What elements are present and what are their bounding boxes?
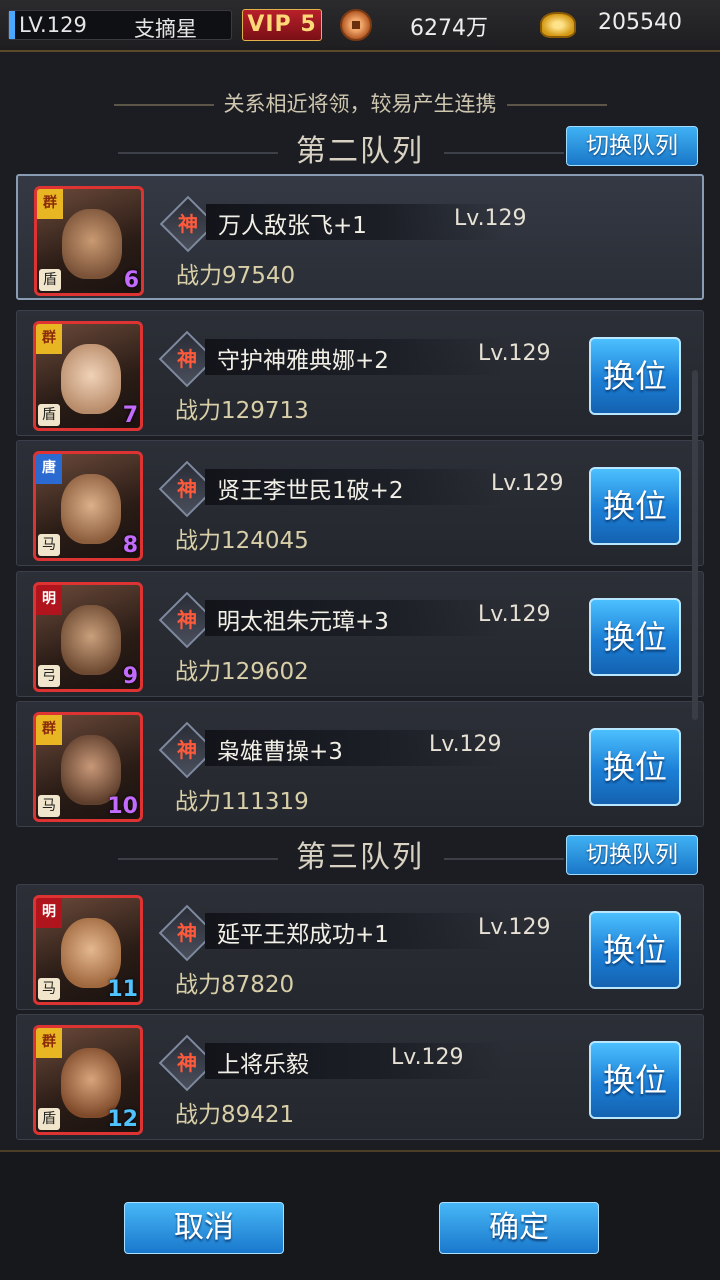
faction-badge: 明 [36, 585, 62, 615]
switch-team-button[interactable]: 切换队列 [566, 126, 698, 166]
bottom-action-bar: 取消 确定 [0, 1150, 720, 1280]
hero-row[interactable]: 群 盾 6 神 万人敌张飞+1 Lv.129 战力97540 [16, 174, 704, 300]
hero-level: Lv.129 [478, 602, 551, 627]
hero-level: Lv.129 [478, 341, 551, 366]
hero-name: 上将乐毅 [217, 1052, 309, 1078]
faction-badge: 群 [36, 715, 62, 745]
gold-ingot-icon [540, 12, 576, 38]
copper-coin-icon [340, 9, 372, 41]
confirm-button[interactable]: 确定 [439, 1202, 599, 1254]
position-number: 10 [107, 794, 138, 819]
hero-power: 战力129713 [175, 398, 309, 424]
hero-portrait: 唐 马 8 [33, 451, 143, 561]
troop-type-icon: 马 [38, 795, 60, 817]
swap-position-button[interactable]: 换位 [589, 467, 681, 545]
hero-level: Lv.129 [478, 915, 551, 940]
swap-position-button[interactable]: 换位 [589, 728, 681, 806]
hero-name: 守护神雅典娜+2 [217, 348, 389, 374]
hero-face [62, 209, 122, 279]
troop-type-icon: 弓 [38, 665, 60, 687]
position-number: 12 [107, 1107, 138, 1132]
hero-row: 群 盾 12 神 上将乐毅 Lv.129 战力89421 换位 [16, 1014, 704, 1140]
hero-row: 群 盾 7 神 守护神雅典娜+2 Lv.129 战力129713 换位 [16, 310, 704, 436]
hero-face [61, 474, 121, 544]
troop-type-icon: 马 [38, 534, 60, 556]
troop-type-icon: 盾 [38, 1108, 60, 1130]
hero-power: 战力111319 [175, 789, 309, 815]
player-name: 支摘星 [134, 17, 197, 41]
swap-position-button[interactable]: 换位 [589, 1041, 681, 1119]
position-number: 8 [122, 533, 138, 558]
position-number: 11 [107, 977, 138, 1002]
troop-type-icon: 盾 [38, 404, 60, 426]
hero-portrait: 群 盾 12 [33, 1025, 143, 1135]
cancel-button[interactable]: 取消 [124, 1202, 284, 1254]
hero-name: 枭雄曹操+3 [217, 739, 343, 765]
hero-portrait: 明 弓 9 [33, 582, 143, 692]
hero-power: 战力89421 [175, 1102, 295, 1128]
hero-portrait: 群 盾 6 [34, 186, 144, 296]
hero-name: 贤王李世民1破+2 [217, 478, 404, 504]
coin-amount: 6274万 [410, 16, 488, 41]
position-number: 7 [122, 403, 138, 428]
switch-team-button[interactable]: 切换队列 [566, 835, 698, 875]
level-indicator [9, 11, 15, 39]
swap-position-button[interactable]: 换位 [589, 598, 681, 676]
hero-face [61, 344, 121, 414]
swap-position-button[interactable]: 换位 [589, 911, 681, 989]
hint-text: 关系相近将领，较易产生连携 [223, 92, 497, 116]
hero-power: 战力97540 [176, 263, 296, 289]
hero-level: Lv.129 [491, 471, 564, 496]
faction-badge: 群 [36, 1028, 62, 1058]
hero-row: 群 马 10 神 枭雄曹操+3 Lv.129 战力111319 换位 [16, 701, 704, 827]
player-level: LV.129 [19, 13, 87, 37]
hero-level: Lv.129 [454, 206, 527, 231]
vip-badge[interactable]: VIP 5 [242, 9, 322, 41]
hero-power: 战力87820 [175, 972, 295, 998]
troop-type-icon: 马 [38, 978, 60, 1000]
hint-decoration-right [506, 104, 607, 106]
top-status-bar: LV.129 支摘星 VIP 5 6274万 205540 [0, 0, 720, 52]
hero-level: Lv.129 [429, 732, 502, 757]
player-level-box: LV.129 支摘星 [8, 10, 232, 41]
hero-name: 明太祖朱元璋+3 [217, 609, 389, 635]
hero-row: 唐 马 8 神 贤王李世民1破+2 Lv.129 战力124045 换位 [16, 440, 704, 566]
faction-badge: 群 [36, 324, 62, 354]
hero-portrait: 群 马 10 [33, 712, 143, 822]
hint-text-row: 关系相近将领，较易产生连携 [0, 88, 720, 118]
hero-row: 明 马 11 神 延平王郑成功+1 Lv.129 战力87820 换位 [16, 884, 704, 1010]
hint-decoration-left [113, 104, 214, 106]
troop-type-icon: 盾 [39, 269, 61, 291]
hero-level: Lv.129 [391, 1045, 464, 1070]
position-number: 6 [123, 268, 139, 293]
list-scrollbar[interactable] [692, 370, 698, 720]
hero-name: 延平王郑成功+1 [217, 922, 389, 948]
hero-portrait: 群 盾 7 [33, 321, 143, 431]
faction-badge: 唐 [36, 454, 62, 484]
hero-name: 万人敌张飞+1 [218, 213, 367, 239]
hero-power: 战力124045 [175, 528, 309, 554]
hero-face [61, 605, 121, 675]
hero-row: 明 弓 9 神 明太祖朱元璋+3 Lv.129 战力129602 换位 [16, 571, 704, 697]
faction-badge: 群 [37, 189, 63, 219]
swap-position-button[interactable]: 换位 [589, 337, 681, 415]
hero-portrait: 明 马 11 [33, 895, 143, 1005]
faction-badge: 明 [36, 898, 62, 928]
position-number: 9 [122, 664, 138, 689]
hero-power: 战力129602 [175, 659, 309, 685]
gold-amount: 205540 [598, 10, 682, 35]
